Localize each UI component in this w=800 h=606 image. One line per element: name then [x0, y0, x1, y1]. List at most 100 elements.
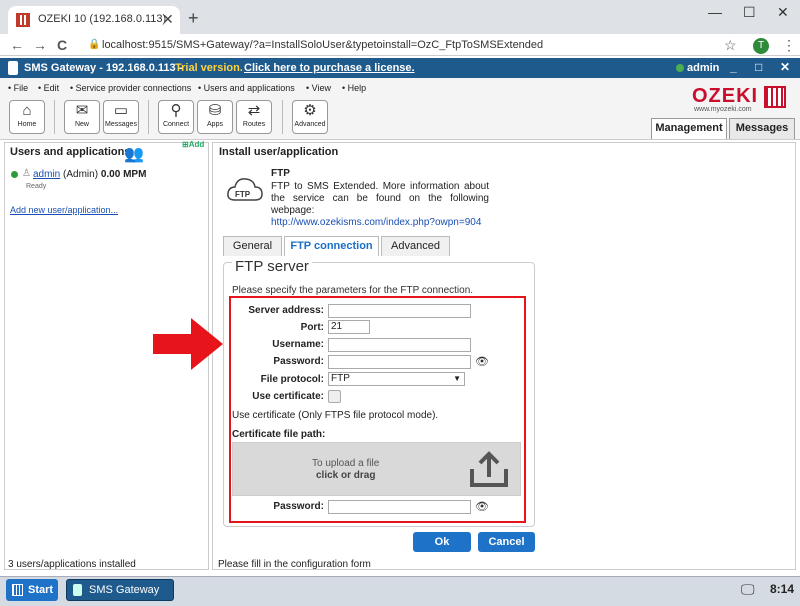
app-close-button[interactable]: ✕ — [780, 60, 790, 74]
trial-notice: Trial version. — [175, 62, 243, 74]
server-address-input[interactable] — [328, 304, 471, 318]
toolbar-new-button[interactable]: ✉ New — [64, 100, 100, 134]
username-input[interactable] — [328, 338, 471, 352]
window-close-button[interactable]: ✕ — [777, 4, 789, 21]
port-input[interactable]: 21 — [328, 320, 370, 334]
cancel-button[interactable]: Cancel — [478, 532, 535, 552]
new-tab-button[interactable]: + — [188, 8, 199, 29]
bookmark-star-icon[interactable]: ☆ — [724, 37, 737, 54]
install-status-text: Please fill in the configuration form — [218, 559, 371, 570]
window-maximize-button[interactable]: ☐ — [743, 4, 756, 21]
toolbar-routes-button[interactable]: ⇄ Routes — [236, 100, 272, 134]
cert-password-input[interactable] — [328, 500, 471, 514]
file-protocol-label: File protocol: — [260, 374, 324, 385]
chevron-down-icon: ▼ — [453, 374, 461, 383]
folder-icon: ▭ — [113, 102, 129, 119]
tab-messages[interactable]: Messages — [729, 118, 795, 139]
certificate-note: Use certificate (Only FTPS file protocol… — [232, 410, 439, 421]
cert-password-label: Password: — [273, 501, 324, 512]
app-type-title: FTP — [271, 168, 290, 179]
user-status-text: Ready — [26, 183, 47, 190]
tab-advanced[interactable]: Advanced — [381, 236, 450, 256]
ozeki-logo: OZEKI — [692, 85, 759, 107]
forward-icon[interactable]: → — [33, 37, 47, 53]
taskbar-clock: 8:14 — [770, 582, 795, 596]
username-label: Username: — [272, 339, 324, 350]
reload-icon[interactable]: C — [57, 37, 67, 53]
tab-general[interactable]: General — [223, 236, 282, 256]
toolbar-messages-button[interactable]: ▭ Messages — [103, 100, 139, 134]
toolbar-apps-button[interactable]: ⛁ Apps — [197, 100, 233, 134]
new-icon: ✉ — [75, 102, 89, 119]
purchase-license-link[interactable]: Click here to purchase a license. — [244, 62, 415, 74]
tab-management[interactable]: Management — [651, 118, 727, 139]
ozeki-grid-logo-icon — [764, 86, 786, 108]
app-type-description: FTP to SMS Extended. More information ab… — [271, 181, 489, 216]
app-maximize-button[interactable]: □ — [755, 60, 762, 74]
users-panel-title: Users and applications — [10, 146, 131, 158]
use-certificate-label: Use certificate: — [252, 391, 324, 402]
toolbar-advanced-button[interactable]: ⚙ Advanced — [292, 100, 328, 134]
current-user[interactable]: admin — [687, 62, 719, 74]
browser-tab[interactable]: OZEKI 10 (192.168.0.113) ✕ — [8, 6, 180, 34]
ozeki-favicon-icon — [16, 13, 30, 27]
window-minimize-button[interactable]: — — [708, 4, 722, 20]
use-certificate-checkbox[interactable] — [328, 390, 341, 403]
ok-button[interactable]: Ok — [413, 532, 471, 552]
menu-help[interactable]: • Help — [342, 83, 366, 93]
start-button[interactable]: Start — [6, 579, 58, 601]
start-grid-icon — [12, 584, 23, 596]
gear-icon: ⚙ — [303, 102, 317, 119]
certificate-path-label: Certificate file path: — [232, 429, 326, 440]
menu-service-provider-connections[interactable]: • Service provider connections — [70, 83, 191, 93]
ftp-server-legend: FTP server — [232, 258, 312, 275]
app-title-bar: SMS Gateway - 192.168.0.113 - Trial vers… — [0, 58, 800, 78]
url-field[interactable]: 🔒 localhost:9515/SMS+Gateway/?a=InstallS… — [78, 37, 748, 55]
toolbar-connect-button[interactable]: ⚲ Connect — [158, 100, 194, 134]
home-icon: ⌂ — [22, 102, 32, 119]
profile-avatar[interactable]: T — [753, 38, 769, 54]
browser-tab-title: OZEKI 10 (192.168.0.113) — [38, 13, 167, 25]
menu-file[interactable]: • File — [8, 83, 28, 93]
back-icon[interactable]: ← — [10, 37, 24, 53]
red-arrow-icon — [153, 318, 223, 370]
add-user-button[interactable]: ⊞Add — [182, 140, 204, 149]
lock-icon: 🔒 — [88, 39, 101, 50]
user-status-dot-icon — [11, 171, 18, 178]
menu-edit[interactable]: • Edit — [38, 83, 59, 93]
person-icon: ♙ — [22, 168, 31, 179]
tab-ftp-connection[interactable]: FTP connection — [284, 236, 379, 256]
antenna-icon: ⚲ — [170, 102, 182, 119]
menu-users-and-applications[interactable]: • Users and applications — [198, 83, 295, 93]
tab-close-icon[interactable]: ✕ — [162, 11, 174, 28]
app-minimize-button[interactable]: _ — [730, 60, 737, 74]
browser-menu-icon[interactable]: ⋮ — [782, 37, 796, 54]
sms-gateway-icon — [73, 584, 82, 596]
app-logo-icon — [8, 61, 18, 75]
routes-icon: ⇄ — [247, 102, 261, 119]
user-link[interactable]: admin — [33, 169, 60, 180]
show-password-eye-icon[interactable]: 👁 — [475, 355, 489, 368]
toolbar-home-button[interactable]: ⌂ Home — [9, 100, 45, 134]
taskbar-sms-gateway[interactable]: SMS Gateway — [66, 579, 174, 601]
file-protocol-select[interactable]: FTP ▼ — [328, 372, 465, 386]
password-label: Password: — [273, 356, 324, 367]
toolbar-separator — [282, 100, 283, 134]
port-label: Port: — [300, 322, 324, 333]
menu-view[interactable]: • View — [306, 83, 331, 93]
monitor-tray-icon[interactable]: 🖵 — [741, 581, 755, 598]
app-title: SMS Gateway - 192.168.0.113 - — [24, 62, 183, 74]
upload-hint: To upload a file — [312, 458, 380, 469]
upload-action-hint: click or drag — [316, 470, 376, 481]
more-info-link[interactable]: http://www.ozekisms.com/index.php?owpn=9… — [271, 217, 481, 228]
show-cert-password-eye-icon[interactable]: 👁 — [475, 500, 489, 513]
add-new-user-link[interactable]: Add new user/application... — [10, 205, 118, 215]
ftp-cloud-icon: FTP — [227, 178, 263, 201]
password-input[interactable] — [328, 355, 471, 369]
server-address-label: Server address: — [248, 305, 324, 316]
user-entry[interactable]: admin (Admin) 0.00 MPM — [33, 169, 146, 180]
toolbar-separator — [148, 100, 149, 134]
ozeki-website: www.myozeki.com — [694, 106, 752, 113]
database-icon: ⛁ — [208, 102, 222, 119]
svg-text:FTP: FTP — [235, 190, 251, 199]
